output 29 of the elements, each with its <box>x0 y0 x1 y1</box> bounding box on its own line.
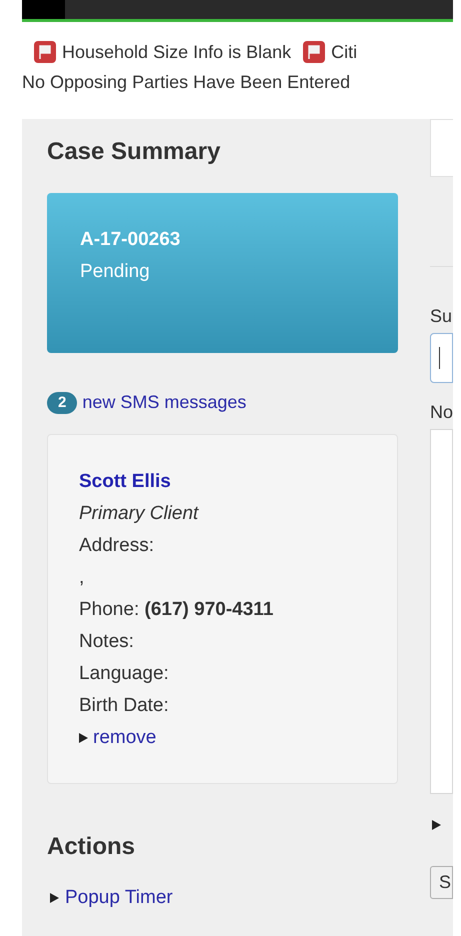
client-field: Birth Date: <box>79 690 397 722</box>
field-label: No <box>430 401 453 423</box>
alert-text: Citi <box>331 41 358 64</box>
sms-link[interactable]: new SMS messages <box>82 389 246 416</box>
alert-text: No Opposing Parties Have Been Entered <box>22 71 352 94</box>
client-role: Primary Client <box>79 502 200 526</box>
client-field: Address: <box>79 530 397 562</box>
client-field: Language: <box>79 658 397 690</box>
section-heading: Case Summary <box>47 137 222 167</box>
notes-field[interactable] <box>430 429 453 794</box>
case-number: A-17-00263 <box>80 228 182 252</box>
triangle-icon <box>432 820 441 830</box>
client-field: Phone: (617) 970-4311 <box>79 594 397 626</box>
count-badge: 2 <box>47 392 78 414</box>
triangle-icon <box>50 893 59 903</box>
client-field: , <box>79 562 397 594</box>
triangle-icon <box>79 733 88 743</box>
action-link[interactable]: Popup Timer <box>65 882 173 914</box>
client-field: Notes: <box>79 626 397 658</box>
remove-link[interactable]: remove <box>93 722 156 754</box>
submit-button[interactable]: S <box>430 866 453 899</box>
subject-field[interactable] <box>430 333 453 383</box>
flag-icon <box>303 41 326 63</box>
field-label: Su <box>430 305 453 327</box>
client-name[interactable]: Scott Ellis <box>79 466 397 498</box>
section-heading: Actions <box>47 832 136 862</box>
flag-icon <box>34 41 56 63</box>
case-status: Pending <box>80 260 151 284</box>
alert-text: Household Size Info is Blank <box>62 41 292 64</box>
